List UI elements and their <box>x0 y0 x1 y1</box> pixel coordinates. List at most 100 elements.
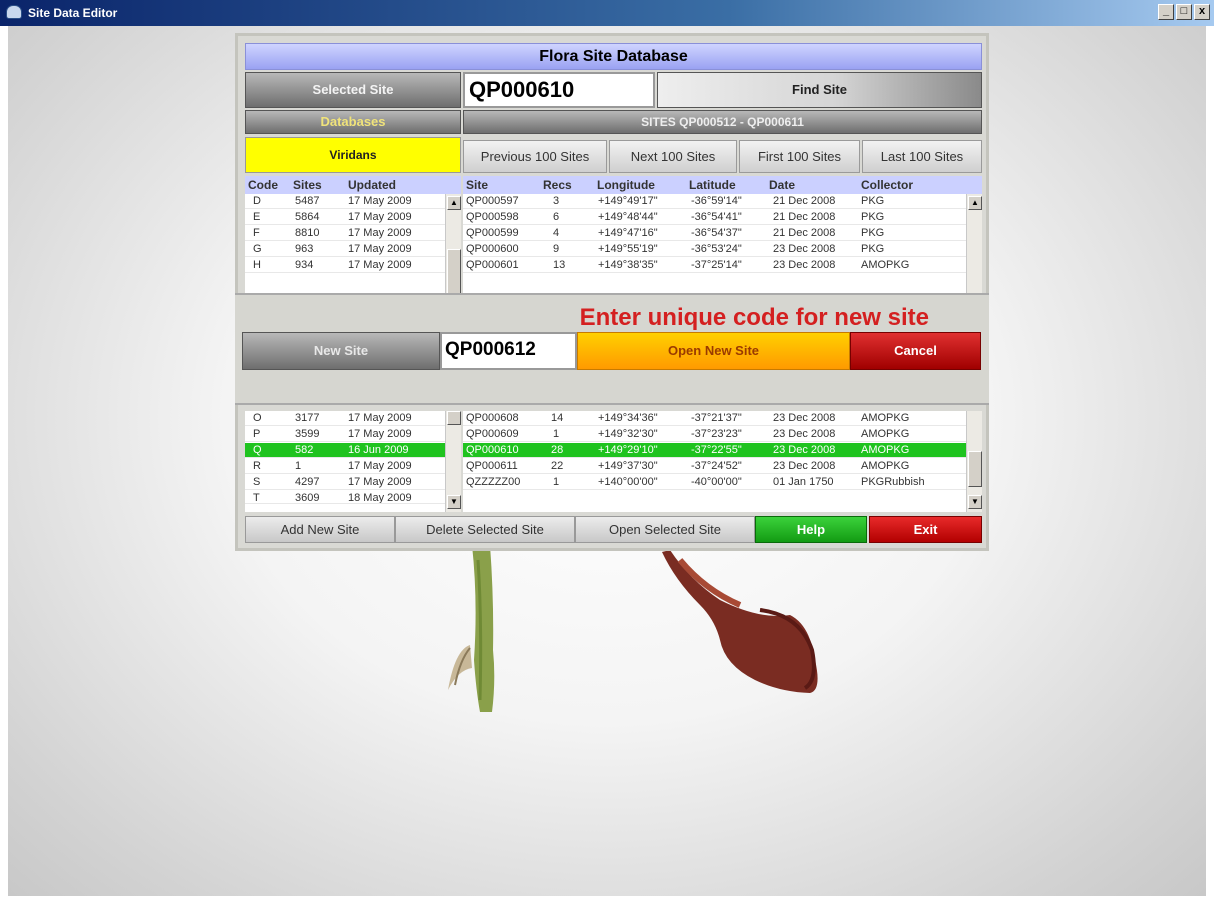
databases-label: Databases <box>245 110 461 134</box>
open-selected-site-button[interactable]: Open Selected Site <box>575 516 755 543</box>
cell-collector: PKG <box>861 243 885 255</box>
table-row[interactable]: QP000601 13 +149°38'35" -37°25'14" 23 De… <box>463 258 982 273</box>
table-row[interactable]: F 8810 17 May 2009 <box>245 226 461 241</box>
table-row[interactable]: T 3609 18 May 2009 <box>245 491 461 504</box>
cell-date: 23 Dec 2008 <box>773 412 836 424</box>
cell-sites: 3609 <box>295 492 320 504</box>
scroll-down-icon[interactable]: ▼ <box>447 495 461 509</box>
cell-sites: 3599 <box>295 428 320 440</box>
cell-longitude: +149°34'36" <box>598 412 658 424</box>
cell-date: 23 Dec 2008 <box>773 243 836 255</box>
col-recs: Recs <box>543 178 572 192</box>
database-table-top: D 5487 17 May 2009 E 5864 17 May 2009 F … <box>245 194 461 294</box>
find-site-button[interactable]: Find Site <box>657 72 982 108</box>
cell-date: 21 Dec 2008 <box>773 227 836 239</box>
cell-recs: 13 <box>553 259 566 271</box>
cell-site: QP000600 <box>466 243 519 255</box>
col-latitude: Latitude <box>689 178 736 192</box>
cell-latitude: -37°21'37" <box>691 412 742 424</box>
table-row[interactable]: QP000609 1 +149°32'30" -37°23'23" 23 Dec… <box>463 427 982 442</box>
cell-site: QP000610 <box>466 444 519 456</box>
first-100-sites-button[interactable]: First 100 Sites <box>739 140 860 173</box>
cell-latitude: -37°23'23" <box>691 428 742 440</box>
app-icon <box>6 5 22 19</box>
table-row[interactable]: QZZZZZ00 1 +140°00'00" -40°00'00" 01 Jan… <box>463 475 982 490</box>
database-scrollbar[interactable]: ▲ <box>445 194 461 294</box>
help-button[interactable]: Help <box>755 516 867 543</box>
cell-updated: 17 May 2009 <box>348 259 412 271</box>
table-row[interactable]: QP000597 3 +149°49'17" -36°59'14" 21 Dec… <box>463 194 982 209</box>
window-title-bar: Site Data Editor _ □ x <box>0 0 1214 26</box>
cell-code: Q <box>253 444 262 456</box>
exit-button[interactable]: Exit <box>869 516 982 543</box>
cell-date: 23 Dec 2008 <box>773 460 836 472</box>
cell-recs: 28 <box>551 444 564 456</box>
table-row[interactable]: H 934 17 May 2009 <box>245 258 461 273</box>
col-code: Code <box>248 178 278 192</box>
window-title: Site Data Editor <box>28 6 118 20</box>
next-100-sites-button[interactable]: Next 100 Sites <box>609 140 737 173</box>
table-row[interactable]: R 1 17 May 2009 <box>245 459 461 474</box>
site-scrollbar[interactable]: ▲ <box>966 194 982 294</box>
cell-recs: 9 <box>553 243 560 255</box>
cell-collector: PKG <box>861 195 885 207</box>
cell-recs: 14 <box>551 412 564 424</box>
cell-sites: 5864 <box>295 211 320 223</box>
scroll-thumb[interactable] <box>447 411 461 425</box>
table-row-selected[interactable]: Q 582 16 Jun 2009 <box>245 443 445 458</box>
database-viridans[interactable]: Viridans <box>245 137 461 173</box>
scroll-thumb[interactable] <box>968 451 982 487</box>
add-new-site-button[interactable]: Add New Site <box>245 516 395 543</box>
site-scrollbar-lower[interactable]: ▼ <box>966 411 982 512</box>
delete-selected-site-button[interactable]: Delete Selected Site <box>395 516 575 543</box>
cell-sites: 5487 <box>295 195 320 207</box>
cell-updated: 17 May 2009 <box>348 195 412 207</box>
cell-collector: AMOPKG <box>861 259 910 271</box>
cell-longitude: +149°47'16" <box>598 227 658 239</box>
new-site-code-input[interactable]: QP000612 <box>440 332 577 370</box>
minimize-button[interactable]: _ <box>1158 4 1174 20</box>
cell-latitude: -37°24'52" <box>691 460 742 472</box>
cell-latitude: -36°59'14" <box>691 195 742 207</box>
cell-code: T <box>253 492 260 504</box>
scroll-up-icon[interactable]: ▲ <box>447 196 461 210</box>
cell-longitude: +149°37'30" <box>598 460 658 472</box>
cell-recs: 6 <box>553 211 560 223</box>
last-100-sites-button[interactable]: Last 100 Sites <box>862 140 982 173</box>
table-row[interactable]: QP000598 6 +149°48'44" -36°54'41" 21 Dec… <box>463 210 982 225</box>
cell-updated: 17 May 2009 <box>348 428 412 440</box>
table-row-selected[interactable]: QP000610 28 +149°29'10" -37°22'55" 23 De… <box>463 443 966 458</box>
cell-collector: AMOPKG <box>861 460 910 472</box>
scroll-thumb[interactable] <box>447 249 461 294</box>
scroll-down-icon[interactable]: ▼ <box>968 495 982 509</box>
table-row[interactable]: G 963 17 May 2009 <box>245 242 461 257</box>
table-row[interactable]: QP000608 14 +149°34'36" -37°21'37" 23 De… <box>463 411 982 426</box>
cell-date: 23 Dec 2008 <box>773 259 836 271</box>
table-row[interactable]: O 3177 17 May 2009 <box>245 411 461 426</box>
table-row[interactable]: E 5864 17 May 2009 <box>245 210 461 225</box>
table-row[interactable]: QP000599 4 +149°47'16" -36°54'37" 21 Dec… <box>463 226 982 241</box>
cell-site: QP000609 <box>466 428 519 440</box>
table-row[interactable]: P 3599 17 May 2009 <box>245 427 461 442</box>
close-button[interactable]: x <box>1194 4 1210 20</box>
previous-100-sites-button[interactable]: Previous 100 Sites <box>463 140 607 173</box>
table-row[interactable]: QP000611 22 +149°37'30" -37°24'52" 23 De… <box>463 459 982 474</box>
table-row[interactable]: D 5487 17 May 2009 <box>245 194 461 209</box>
table-row[interactable]: S 4297 17 May 2009 <box>245 475 461 490</box>
col-site: Site <box>466 178 489 192</box>
cell-code: G <box>253 243 262 255</box>
cell-code: P <box>253 428 261 440</box>
database-scrollbar-lower[interactable]: ▼ <box>445 411 461 512</box>
scroll-up-icon[interactable]: ▲ <box>968 196 982 210</box>
cell-site: QZZZZZ00 <box>466 476 521 488</box>
cell-updated: 18 May 2009 <box>348 492 412 504</box>
cell-collector: AMOPKG <box>861 428 910 440</box>
cell-code: H <box>253 259 261 271</box>
selected-site-input[interactable]: QP000610 <box>463 72 655 108</box>
cell-site: QP000611 <box>466 460 518 472</box>
cancel-button[interactable]: Cancel <box>850 332 981 370</box>
table-row[interactable]: QP000600 9 +149°55'19" -36°53'24" 23 Dec… <box>463 242 982 257</box>
open-new-site-button[interactable]: Open New Site <box>577 332 850 370</box>
cell-longitude: +149°55'19" <box>598 243 658 255</box>
maximize-button[interactable]: □ <box>1176 4 1192 20</box>
